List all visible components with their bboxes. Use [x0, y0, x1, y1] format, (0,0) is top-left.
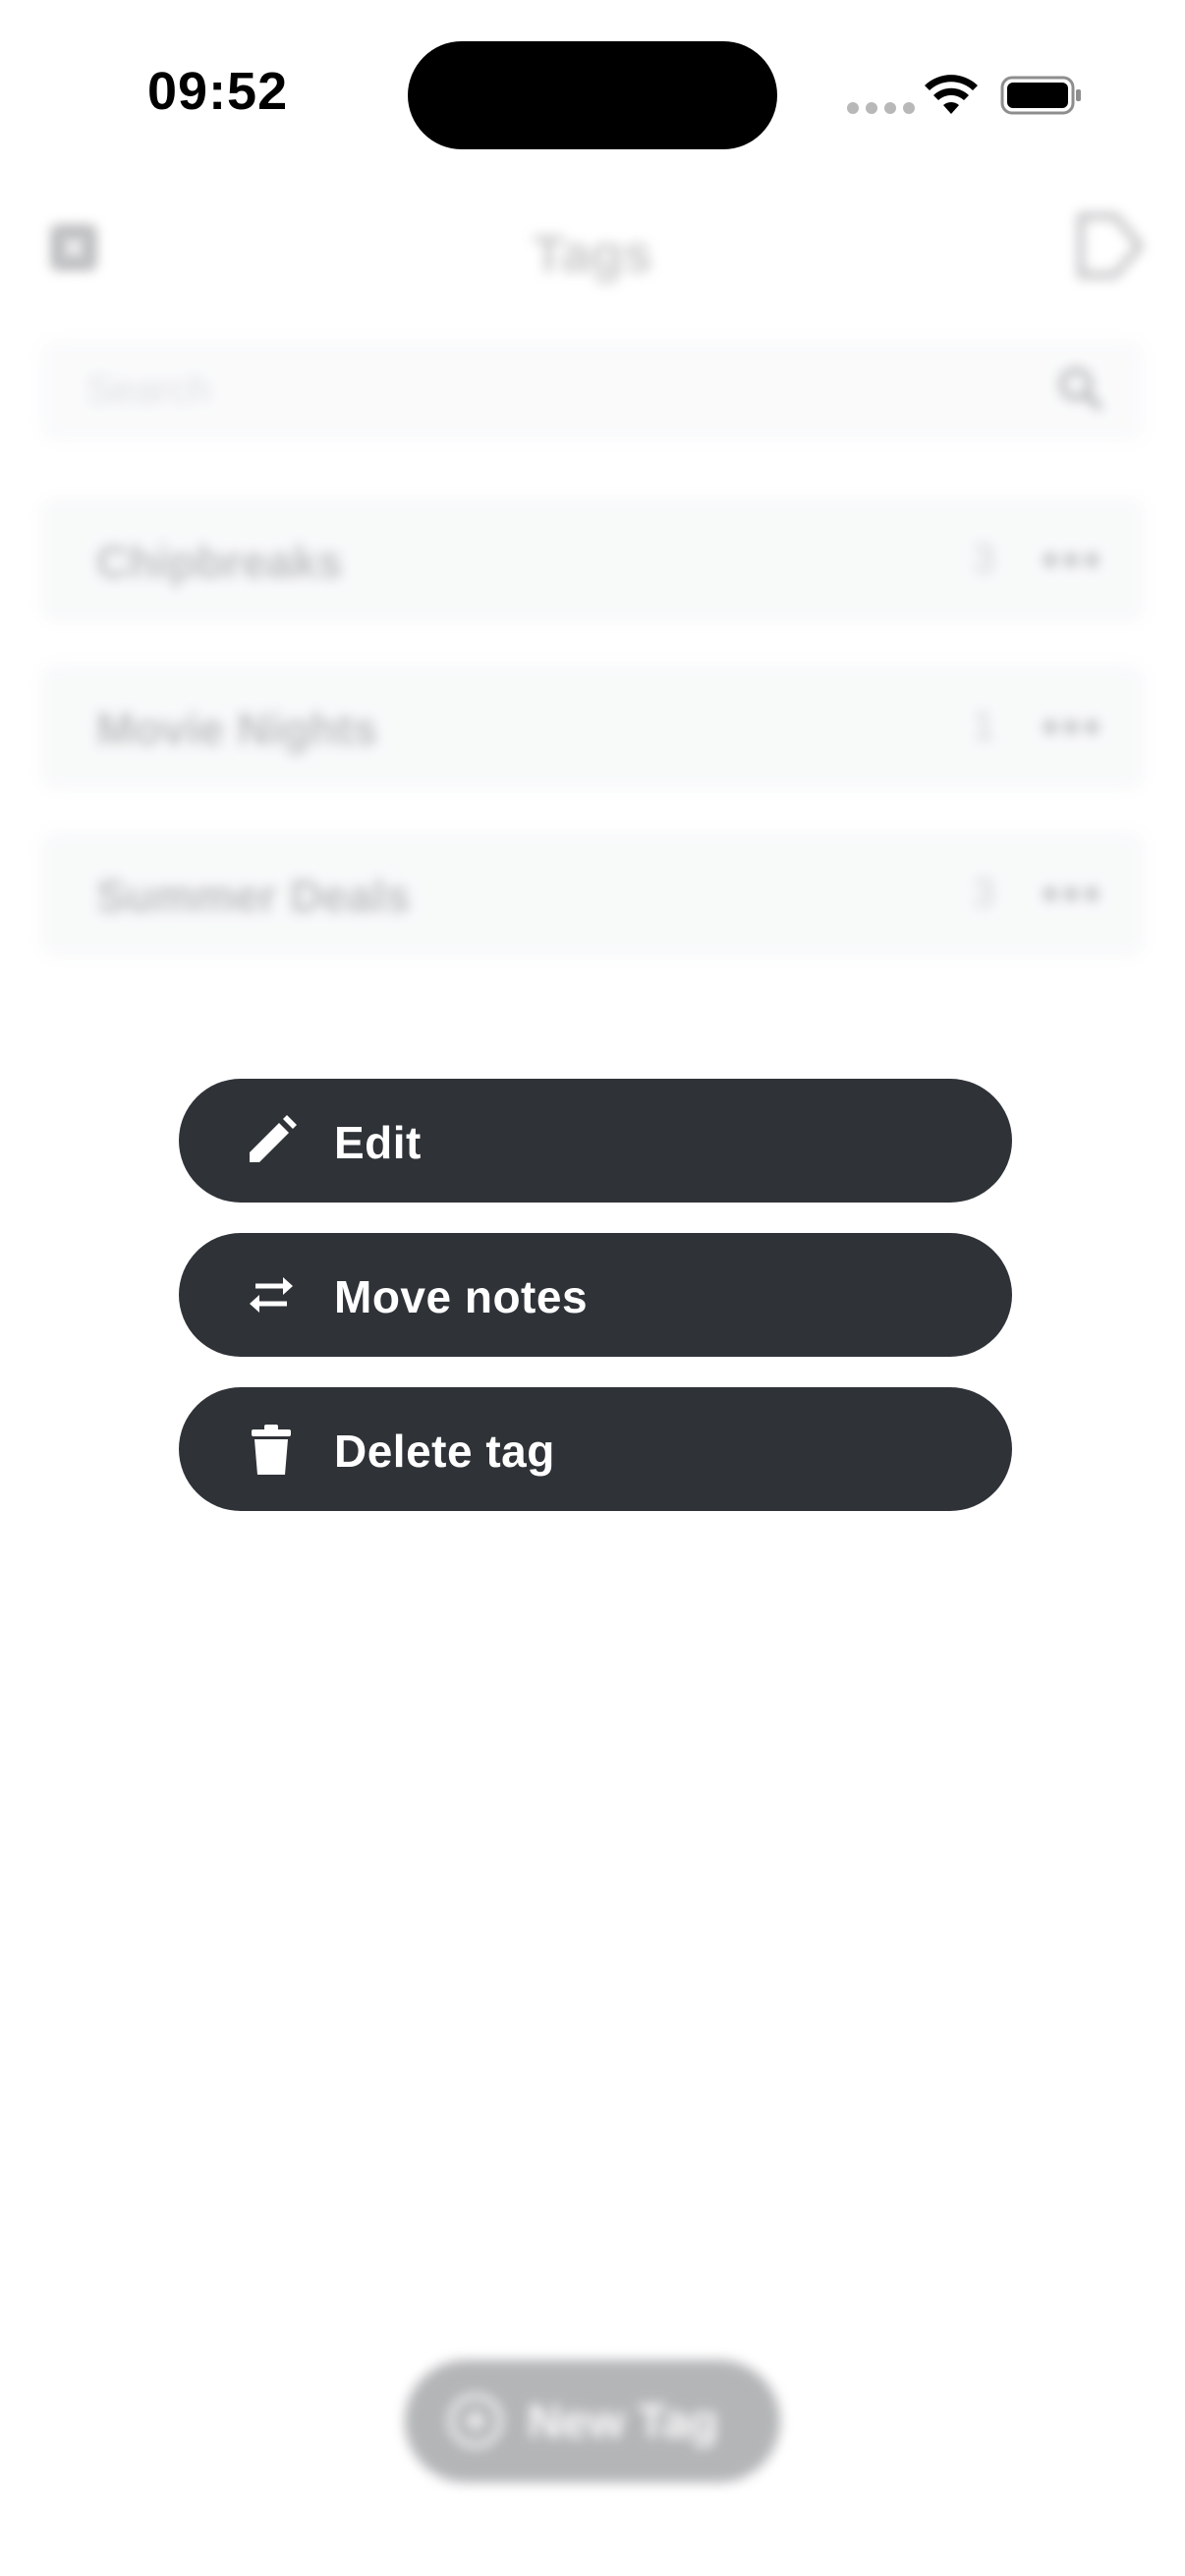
status-bar: 09:52: [0, 0, 1185, 187]
pencil-icon: [242, 1111, 301, 1170]
wifi-icon: [925, 75, 978, 114]
battery-icon: [1000, 76, 1081, 115]
move-notes-button[interactable]: Move notes: [179, 1233, 1012, 1357]
status-time: 09:52: [147, 62, 289, 121]
delete-tag-button[interactable]: Delete tag: [179, 1387, 1012, 1511]
tag-context-menu: Edit Move notes Delete tag: [179, 1079, 1012, 1541]
trash-icon: [242, 1420, 301, 1479]
screen: 09:52 Tags Search Chipbreaks 3 Movie Nig…: [0, 0, 1185, 2576]
swap-arrows-icon: [242, 1265, 301, 1324]
cellular-signal-icon: [847, 102, 915, 114]
edit-button[interactable]: Edit: [179, 1079, 1012, 1203]
delete-tag-label: Delete tag: [334, 1426, 555, 1477]
edit-label: Edit: [334, 1117, 422, 1168]
dynamic-island: [408, 41, 777, 149]
move-notes-label: Move notes: [334, 1271, 589, 1322]
